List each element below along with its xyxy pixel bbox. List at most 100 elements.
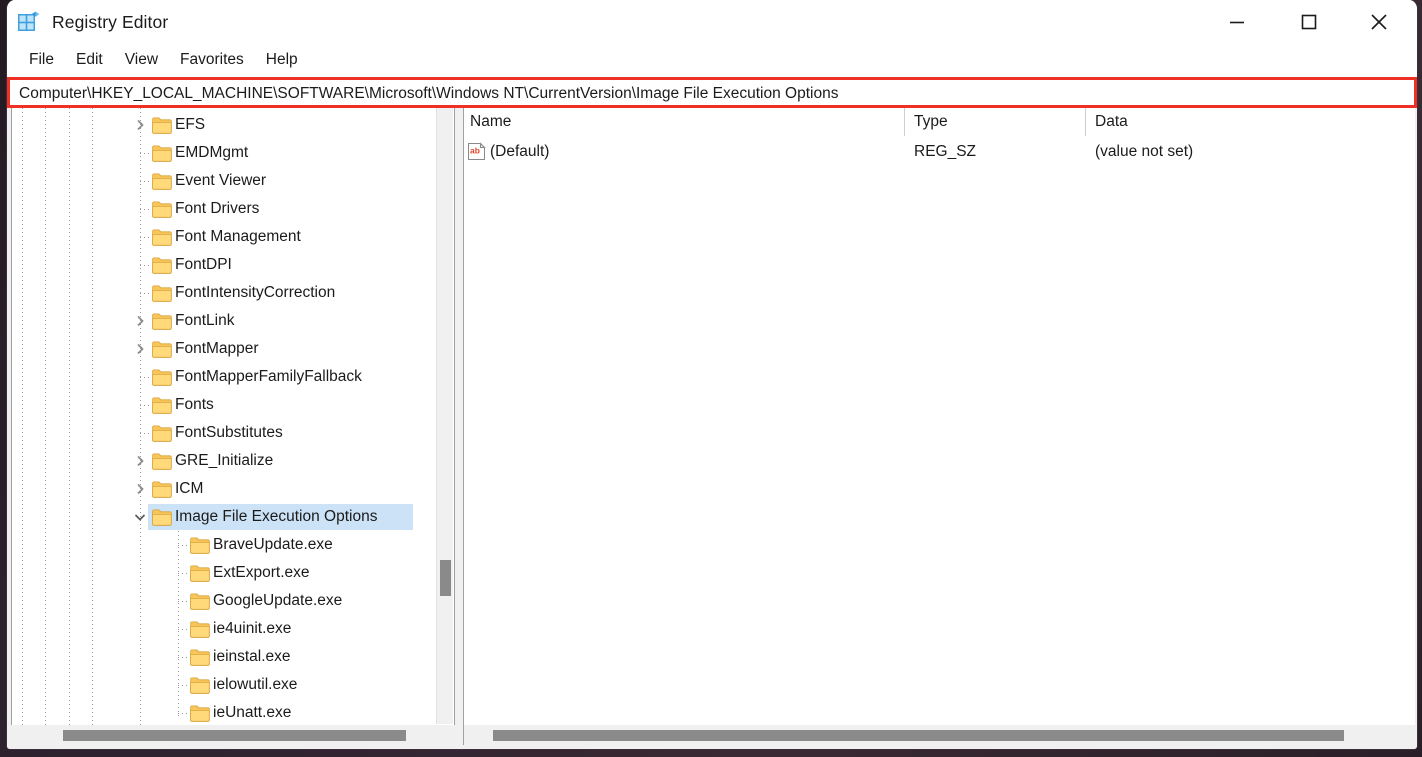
menu-item-view[interactable]: View [114,48,169,72]
tree-connector-line [178,601,189,602]
registry-tree-pane[interactable]: EFS EMDMgmt Event Viewer Font Drivers Font M… [11,108,455,745]
registry-values-pane[interactable]: Name Type Data ab (Default) REG_SZ (valu… [463,108,1415,745]
tree-item-fontintensitycorrection[interactable]: FontIntensityCorrection [12,279,436,307]
chevron-right-icon[interactable] [132,481,148,497]
tree-item-gre-initialize[interactable]: GRE_Initialize [12,447,436,475]
maximize-icon[interactable] [1285,0,1333,44]
tree-item-fontmapperfamilyfallback[interactable]: FontMapperFamilyFallback [12,363,436,391]
column-header-type[interactable]: Type [914,112,948,132]
folder-icon [152,425,172,442]
folder-icon [152,201,172,218]
folder-icon [190,621,210,638]
column-divider[interactable] [1085,108,1086,136]
list-horizontal-scrollbar-thumb[interactable] [493,730,1344,741]
tree-item-label: Font Drivers [175,200,260,217]
tree-item-fonts[interactable]: Fonts [12,391,436,419]
tree-horizontal-scrollbar[interactable] [11,725,455,745]
folder-icon [190,705,210,722]
folder-icon [152,173,172,190]
folder-icon [152,117,172,134]
tree-item-label: FontIntensityCorrection [175,284,336,301]
tree-connector-line [140,209,151,210]
tree-connector-line [178,629,189,630]
address-bar[interactable]: Computer\HKEY_LOCAL_MACHINE\SOFTWARE\Mic… [7,77,1417,108]
value-name: (Default) [490,143,550,160]
tree-item-icm[interactable]: ICM [12,475,436,503]
folder-icon [190,593,210,610]
tree-item-googleupdate-exe[interactable]: GoogleUpdate.exe [12,587,436,615]
tree-item-label: FontMapperFamilyFallback [175,368,362,385]
folder-icon [152,509,172,526]
chevron-right-icon[interactable] [132,341,148,357]
desktop-background: Registry Editor File Edit View Favorites… [0,0,1422,757]
folder-icon [152,285,172,302]
tree-connector-line [140,405,151,406]
tree-item-extexport-exe[interactable]: ExtExport.exe [12,559,436,587]
list-horizontal-scrollbar[interactable] [464,725,1415,745]
menu-item-help[interactable]: Help [255,48,309,72]
chevron-down-icon[interactable] [132,509,148,525]
table-row[interactable]: ab (Default) REG_SZ (value not set) [464,139,1415,165]
tree-item-font-drivers[interactable]: Font Drivers [12,195,436,223]
tree-vertical-scrollbar[interactable] [436,108,453,724]
tree-horizontal-scrollbar-thumb[interactable] [63,730,406,741]
folder-icon [152,145,172,162]
tree-item-font-management[interactable]: Font Management [12,223,436,251]
folder-icon [152,453,172,470]
chevron-right-icon[interactable] [132,313,148,329]
tree-vertical-scrollbar-thumb[interactable] [440,560,451,596]
menu-item-favorites[interactable]: Favorites [169,48,255,72]
value-data: (value not set) [1095,143,1194,160]
chevron-right-icon[interactable] [132,453,148,469]
tree-item-fontsubstitutes[interactable]: FontSubstitutes [12,419,436,447]
close-icon[interactable] [1355,0,1403,44]
tree-item-ie4uinit-exe[interactable]: ie4uinit.exe [12,615,436,643]
editor-body: EFS EMDMgmt Event Viewer Font Drivers Font M… [7,108,1417,749]
folder-icon [190,677,210,694]
tree-item-label: ExtExport.exe [213,564,310,581]
tree-item-ieinstal-exe[interactable]: ieinstal.exe [12,643,436,671]
tree-connector-line [140,293,151,294]
tree-connector-line [178,685,189,686]
tree-item-label: FontMapper [175,340,259,357]
tree-connector-line [140,153,151,154]
values-column-header: Name Type Data [464,108,1415,136]
svg-text:ab: ab [470,146,480,156]
folder-icon [152,229,172,246]
folder-icon [190,565,210,582]
title-bar: Registry Editor [7,0,1417,44]
tree-item-label: FontDPI [175,256,232,273]
tree-item-label: GRE_Initialize [175,452,274,469]
menu-item-file[interactable]: File [18,48,65,72]
tree-connector-line [140,181,151,182]
registry-tree[interactable]: EFS EMDMgmt Event Viewer Font Drivers Font M… [12,108,436,725]
column-header-data[interactable]: Data [1095,112,1128,132]
tree-connector-line [178,573,189,574]
tree-item-ieunatt-exe[interactable]: ieUnatt.exe [12,699,436,725]
chevron-right-icon[interactable] [132,117,148,133]
tree-item-label: ieUnatt.exe [213,704,292,721]
tree-item-label: FontSubstitutes [175,424,283,441]
tree-item-image-file-execution-options[interactable]: Image File Execution Options [12,503,436,531]
tree-item-braveupdate-exe[interactable]: BraveUpdate.exe [12,531,436,559]
tree-item-label: Event Viewer [175,172,267,189]
tree-item-fontlink[interactable]: FontLink [12,307,436,335]
tree-item-event-viewer[interactable]: Event Viewer [12,167,436,195]
tree-item-fontmapper[interactable]: FontMapper [12,335,436,363]
minimize-icon[interactable] [1213,0,1261,44]
registry-editor-window: Registry Editor File Edit View Favorites… [6,0,1418,750]
folder-icon [152,257,172,274]
tree-item-efs[interactable]: EFS [12,111,436,139]
folder-icon [152,397,172,414]
tree-item-label: ICM [175,480,204,497]
tree-item-label: ieinstal.exe [213,648,291,665]
menu-item-edit[interactable]: Edit [65,48,114,72]
tree-connector-line [178,545,189,546]
tree-item-fontdpi[interactable]: FontDPI [12,251,436,279]
column-divider[interactable] [904,108,905,136]
tree-item-ielowutil-exe[interactable]: ielowutil.exe [12,671,436,699]
tree-connector-line [178,657,189,658]
column-header-name[interactable]: Name [470,112,511,132]
tree-item-emdmgmt[interactable]: EMDMgmt [12,139,436,167]
tree-item-label: Font Management [175,228,301,245]
